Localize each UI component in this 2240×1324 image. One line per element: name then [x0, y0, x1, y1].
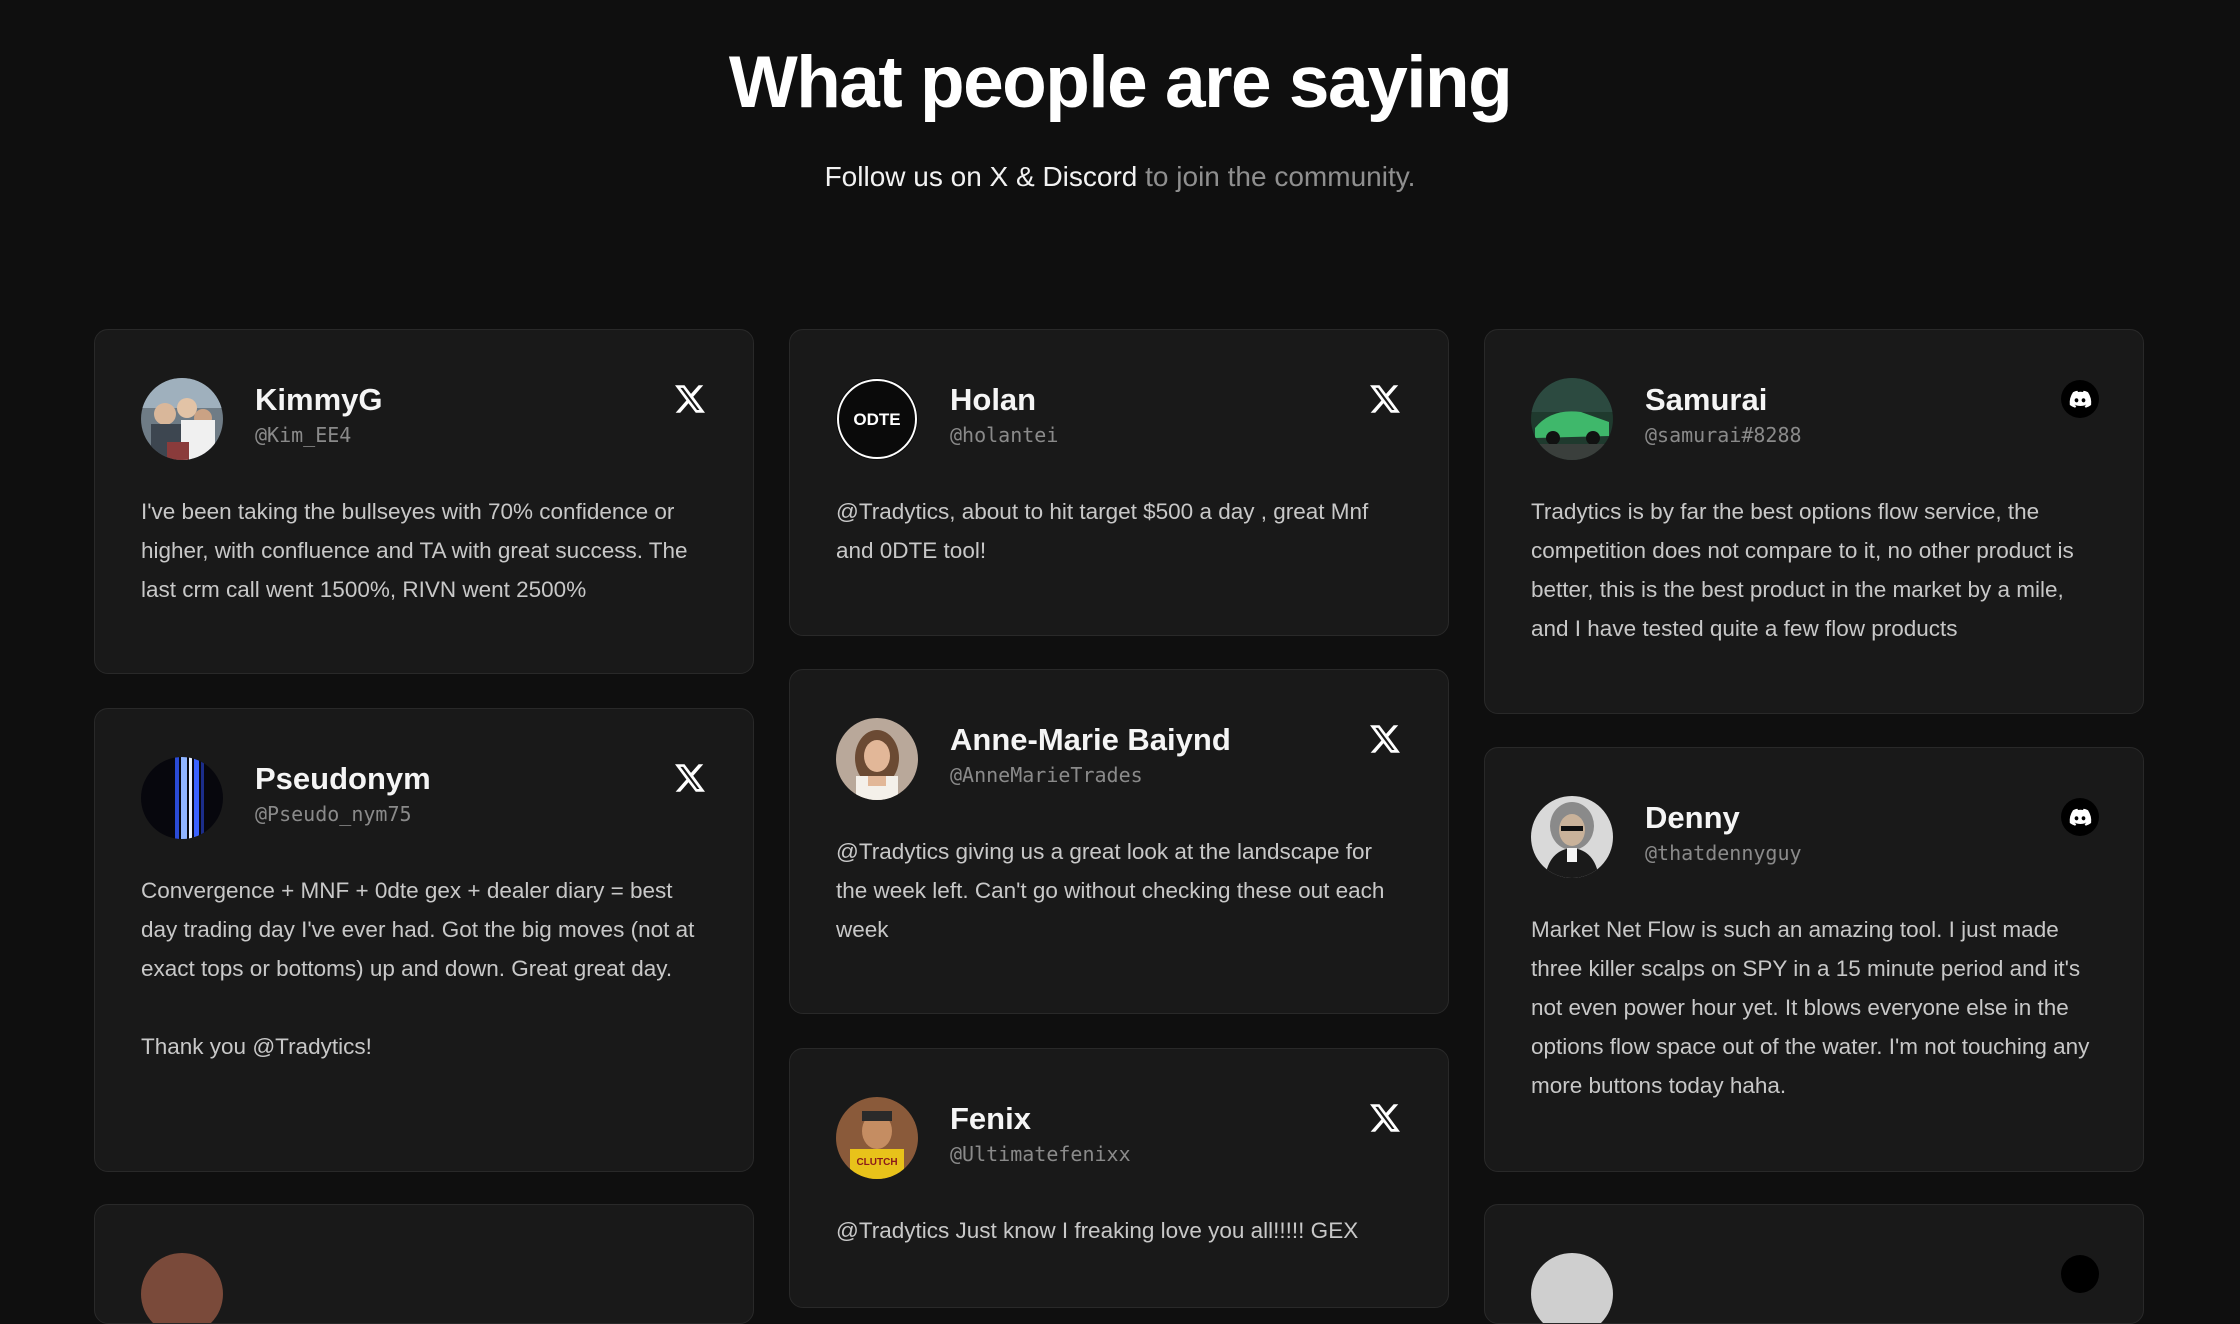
x-icon[interactable]: [671, 380, 709, 418]
subtitle-follow-text[interactable]: Follow us on X & Discord: [825, 161, 1138, 192]
testimonial-card-kimmyg: KimmyG @Kim_EE4 I've been taking the bul…: [94, 329, 754, 674]
testimonial-card-fenix: CLUTCH Fenix @Ultimatefenixx @Tradytics …: [789, 1048, 1449, 1308]
testimonial-card-pseudonym: Pseudonym @Pseudo_nym75 Convergence + MN…: [94, 708, 754, 1172]
testimonial-text: Tradytics is by far the best options flo…: [1531, 499, 2074, 641]
avatar-logo-text: ODTE: [853, 410, 900, 429]
page-subtitle: Follow us on X & Discord to join the com…: [0, 157, 2240, 197]
x-icon[interactable]: [671, 759, 709, 797]
testimonial-card-partial: [1484, 1204, 2144, 1324]
subtitle-join-text: to join the community.: [1137, 161, 1416, 192]
author-handle[interactable]: @AnneMarieTrades: [950, 762, 1143, 788]
author-name: Fenix: [950, 1101, 1031, 1136]
author-handle[interactable]: @holantei: [950, 422, 1058, 448]
avatar: [836, 718, 918, 800]
author-handle[interactable]: @Ultimatefenixx: [950, 1141, 1131, 1167]
testimonial-card-samurai: Samurai @samurai#8288 Tradytics is by fa…: [1484, 329, 2144, 714]
discord-icon[interactable]: [2061, 1255, 2099, 1293]
author-name: Pseudonym: [255, 761, 431, 796]
testimonial-card-anne-marie: Anne-Marie Baiynd @AnneMarieTrades @Trad…: [789, 669, 1449, 1014]
author-handle[interactable]: @Pseudo_nym75: [255, 801, 412, 827]
testimonial-card-holan: ODTE Holan @holantei @Tradytics, about t…: [789, 329, 1449, 636]
author-name: Anne-Marie Baiynd: [950, 722, 1231, 757]
x-icon[interactable]: [1366, 380, 1404, 418]
avatar: CLUTCH: [836, 1097, 918, 1179]
testimonial-text: @Tradytics, about to hit target $500 a d…: [836, 499, 1369, 563]
testimonial-text: @Tradytics giving us a great look at the…: [836, 839, 1385, 942]
testimonial-text: @Tradytics Just know I freaking love you…: [836, 1218, 1359, 1243]
x-icon[interactable]: [1366, 1099, 1404, 1137]
testimonial-text: Market Net Flow is such an amazing tool.…: [1531, 917, 2090, 1098]
author-handle[interactable]: @samurai#8288: [1645, 422, 1802, 448]
avatar: [1531, 1253, 1613, 1323]
discord-icon[interactable]: [2061, 380, 2099, 418]
author-name: Denny: [1645, 800, 1740, 835]
page-title: What people are saying: [728, 42, 1513, 123]
testimonial-card-partial: [94, 1204, 754, 1324]
author-name: Samurai: [1645, 382, 1768, 417]
avatar: [141, 378, 223, 460]
testimonial-text: Convergence + MNF + 0dte gex + dealer di…: [141, 878, 695, 1059]
testimonial-text: I've been taking the bullseyes with 70% …: [141, 499, 688, 602]
author-handle[interactable]: @thatdennyguy: [1645, 840, 1802, 866]
avatar: [141, 757, 223, 839]
author-name: KimmyG: [255, 382, 383, 417]
author-name: Holan: [950, 382, 1037, 417]
testimonial-card-denny: Denny @thatdennyguy Market Net Flow is s…: [1484, 747, 2144, 1172]
avatar: ODTE: [836, 378, 918, 460]
discord-icon[interactable]: [2061, 798, 2099, 836]
avatar-shirt-text: CLUTCH: [856, 1157, 897, 1168]
x-icon[interactable]: [1366, 720, 1404, 758]
avatar: [1531, 378, 1613, 460]
author-handle[interactable]: @Kim_EE4: [255, 422, 351, 448]
avatar: [141, 1253, 223, 1323]
avatar: [1531, 796, 1613, 878]
